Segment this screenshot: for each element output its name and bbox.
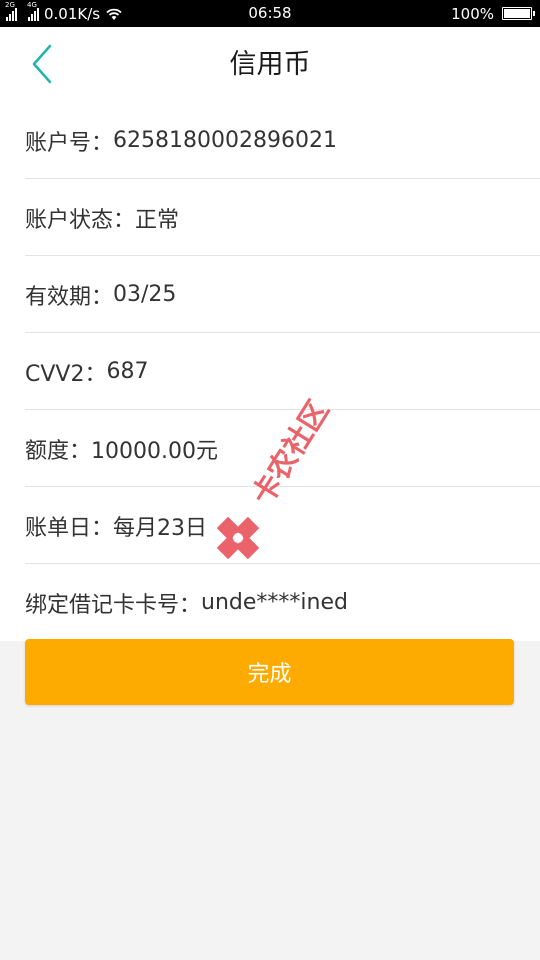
network-speed: 0.01K/s: [44, 4, 101, 23]
signal-icon: 4G: [27, 1, 39, 21]
chevron-left-icon: [32, 44, 52, 84]
status-bar: 2G 4G 0.01K/s 06:58 100%: [0, 0, 540, 27]
account-number-row: 账户号： 6258180002896021: [0, 102, 540, 179]
row-label: 绑定借记卡卡号：: [25, 592, 202, 618]
row-value: 正常: [135, 207, 180, 233]
row-value: unde****ined: [201, 590, 348, 615]
account-details-list: 账户号： 6258180002896021 账户状态： 正常 有效期： 03/25 C…: [0, 102, 540, 641]
row-value: 每月23日: [113, 515, 208, 541]
row-value: 687: [106, 359, 149, 384]
row-label: 额度：: [25, 438, 92, 464]
done-button[interactable]: 完成: [25, 639, 514, 705]
nav-bar: 信用币: [0, 27, 540, 102]
billing-day-row: 账单日： 每月23日: [0, 487, 540, 564]
row-value: 10000.00元: [91, 438, 218, 464]
battery-icon: [502, 7, 535, 20]
page-title: 信用币: [229, 49, 311, 80]
wifi-icon: [106, 8, 122, 20]
status-left: 2G 4G 0.01K/s: [5, 0, 123, 27]
row-value: 6258180002896021: [113, 128, 337, 153]
back-button[interactable]: [22, 41, 62, 87]
network-type-2g: 2G: [5, 0, 15, 9]
row-value: 03/25: [113, 282, 177, 307]
expiry-row: 有效期： 03/25: [0, 256, 540, 333]
signal-icon: 2G: [5, 1, 17, 21]
network-type-4g: 4G: [27, 0, 37, 9]
linked-debit-card-row: 绑定借记卡卡号： unde****ined: [0, 564, 540, 641]
row-label: 账户状态：: [25, 207, 136, 233]
row-label: 有效期：: [25, 284, 114, 310]
account-status-row: 账户状态： 正常: [0, 179, 540, 256]
status-right: 100%: [451, 0, 535, 27]
row-label: CVV2：: [25, 361, 107, 387]
credit-limit-row: 额度： 10000.00元: [0, 410, 540, 487]
row-label: 账户号：: [25, 130, 114, 156]
battery-percent: 100%: [451, 4, 494, 23]
cvv2-row: CVV2： 687: [0, 333, 540, 410]
row-label: 账单日：: [25, 515, 114, 541]
